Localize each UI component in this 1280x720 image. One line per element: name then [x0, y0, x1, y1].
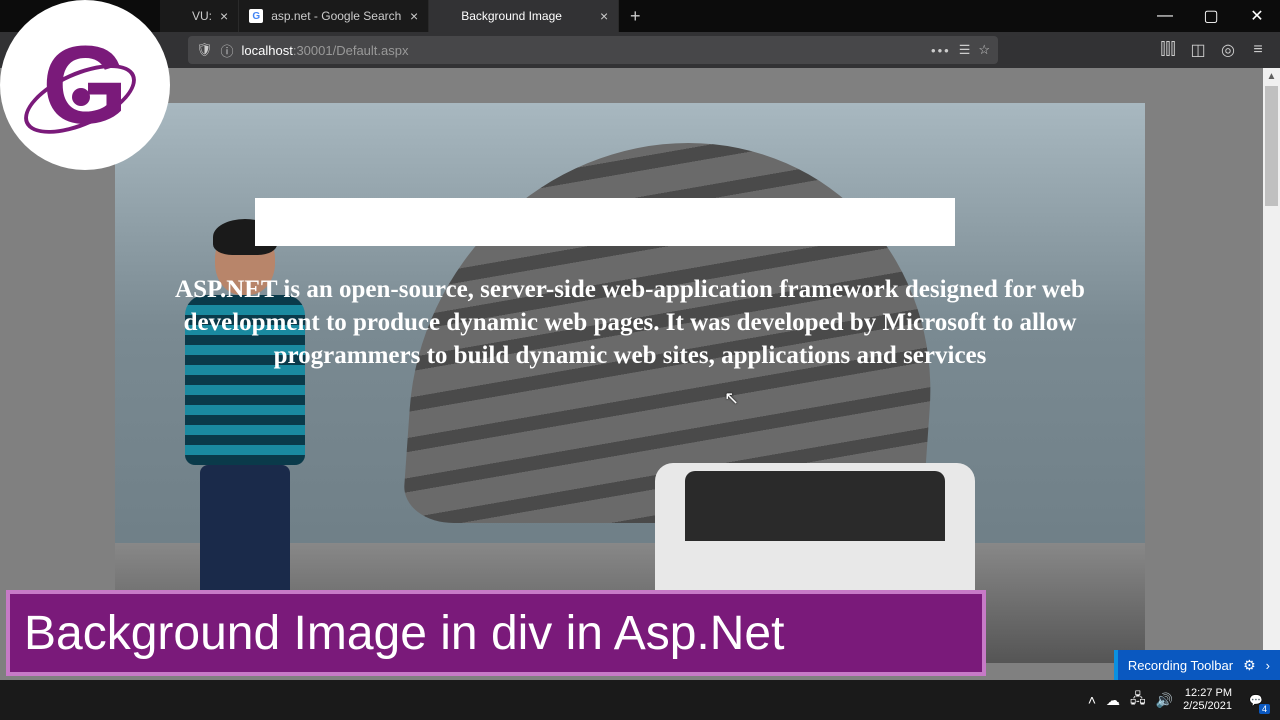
tab-label: asp.net - Google Search	[271, 9, 401, 23]
reader-mode-icon[interactable]: ☰	[959, 42, 971, 58]
clock[interactable]: 12:27 PM 2/25/2021	[1183, 687, 1232, 712]
tray-chevron-up-icon[interactable]: ˄	[1088, 692, 1096, 708]
bookmark-star-icon[interactable]: ☆	[978, 42, 990, 58]
volume-icon[interactable]: 🔊	[1156, 692, 1173, 709]
background-image-div: ASP.NET is an open-source, server-side w…	[115, 103, 1145, 663]
video-caption-banner: Background Image in div in Asp.Net	[6, 590, 986, 676]
recording-label: Recording Toolbar	[1128, 658, 1233, 673]
browser-navbar: 🛡 ⓘ localhost:30001/Default.aspx ••• ☰ ☆…	[0, 32, 1280, 68]
favicon-blank-icon	[439, 9, 453, 23]
tab-background-image[interactable]: Background Image ×	[429, 0, 619, 32]
system-tray: ˄ ☁ 🖧 🔊 12:27 PM 2/25/2021 💬 4	[1078, 686, 1280, 714]
channel-logo: G	[0, 0, 170, 170]
time-text: 12:27 PM	[1183, 687, 1232, 700]
page-viewport: ASP.NET is an open-source, server-side w…	[0, 68, 1280, 680]
tab-label: Background Image	[461, 9, 562, 23]
shield-icon[interactable]: 🛡	[196, 42, 213, 58]
close-icon[interactable]: ×	[220, 8, 228, 24]
tab-vu[interactable]: VU: ×	[160, 0, 239, 32]
gear-icon[interactable]: ⚙	[1243, 657, 1256, 674]
maximize-button[interactable]: ▢	[1188, 0, 1234, 32]
new-tab-button[interactable]: +	[619, 0, 651, 32]
close-window-button[interactable]: ✕	[1234, 0, 1280, 32]
favicon-blank-icon	[170, 9, 184, 23]
close-icon[interactable]: ×	[600, 8, 608, 24]
toolbar-right: ⫿⫿⫿ ◫ ◎ ≡	[1154, 36, 1272, 64]
notification-badge: 4	[1259, 704, 1270, 714]
window-controls: — ▢ ✕	[1142, 0, 1280, 32]
info-icon[interactable]: ⓘ	[221, 41, 234, 60]
logo-dot-icon	[72, 88, 90, 106]
scroll-up-icon[interactable]: ▲	[1263, 68, 1280, 85]
caption-text: Background Image in div in Asp.Net	[24, 606, 784, 661]
onedrive-icon[interactable]: ☁	[1106, 692, 1120, 709]
tab-google-search[interactable]: G asp.net - Google Search ×	[239, 0, 429, 32]
url-text: localhost:30001/Default.aspx	[242, 43, 924, 58]
action-center-icon[interactable]: 💬 4	[1242, 686, 1270, 714]
date-text: 2/25/2021	[1183, 700, 1232, 713]
mouse-cursor-icon: ↖	[724, 388, 739, 409]
browser-titlebar: VU: × G asp.net - Google Search × Backgr…	[0, 0, 1280, 32]
vertical-scrollbar[interactable]: ▲ ▼	[1263, 68, 1280, 680]
google-favicon-icon: G	[249, 9, 263, 23]
windows-taskbar[interactable]: ˄ ☁ 🖧 🔊 12:27 PM 2/25/2021 💬 4	[0, 680, 1280, 720]
sidebar-icon[interactable]: ◫	[1184, 36, 1212, 64]
network-icon[interactable]: 🖧	[1130, 688, 1146, 712]
recording-toolbar[interactable]: Recording Toolbar ⚙ ›	[1114, 650, 1280, 680]
close-icon[interactable]: ×	[410, 8, 418, 24]
chevron-icon[interactable]: ›	[1266, 658, 1270, 673]
description-text: ASP.NET is an open-source, server-side w…	[135, 273, 1125, 372]
account-icon[interactable]: ◎	[1214, 36, 1242, 64]
heading-placeholder	[255, 198, 955, 246]
library-icon[interactable]: ⫿⫿⫿	[1154, 36, 1182, 64]
tab-strip: VU: × G asp.net - Google Search × Backgr…	[160, 0, 1142, 32]
menu-icon[interactable]: ≡	[1244, 36, 1272, 64]
url-bar[interactable]: 🛡 ⓘ localhost:30001/Default.aspx ••• ☰ ☆	[188, 36, 998, 64]
scroll-thumb[interactable]	[1265, 86, 1278, 206]
page-actions-icon[interactable]: •••	[931, 43, 951, 58]
minimize-button[interactable]: —	[1142, 0, 1188, 32]
tab-label: VU:	[192, 9, 212, 23]
